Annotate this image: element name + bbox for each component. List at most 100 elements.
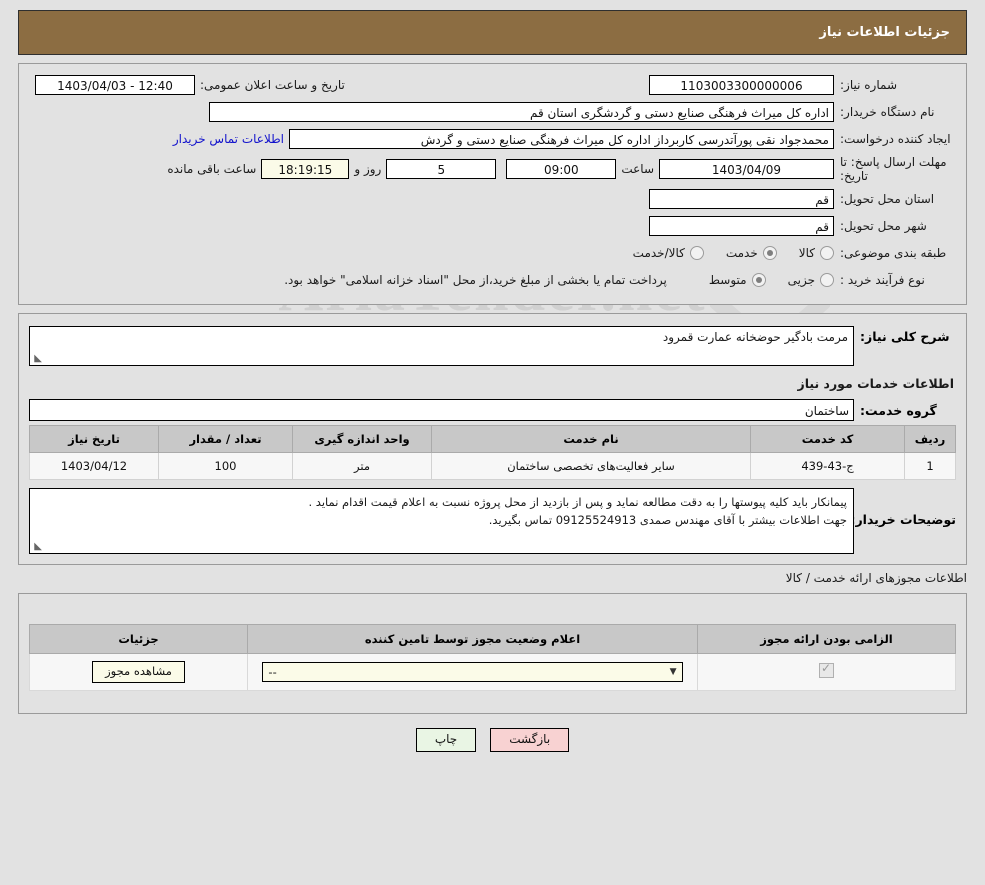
buyer-org-field[interactable]: اداره کل میراث فرهنگی صنایع دستی و گردشگ… bbox=[209, 102, 834, 122]
deadline-date-field[interactable]: 1403/04/09 bbox=[659, 159, 834, 179]
process-option-label: جزیی bbox=[788, 273, 815, 287]
service-group-label: گروه خدمت: bbox=[854, 403, 956, 418]
general-desc-textarea[interactable]: مرمت بادگیر حوضخانه عمارت قمرود ◣ bbox=[29, 326, 854, 366]
city-field[interactable]: قم bbox=[649, 216, 834, 236]
chevron-down-icon: ▼ bbox=[670, 662, 677, 682]
province-label: استان محل تحویل: bbox=[834, 192, 958, 206]
radio-icon[interactable] bbox=[820, 246, 834, 260]
buyer-contact-link[interactable]: اطلاعات تماس خریدار bbox=[168, 132, 289, 146]
remaining-label: ساعت باقی مانده bbox=[162, 162, 261, 176]
days-label: روز و bbox=[349, 162, 386, 176]
row-service-group: گروه خدمت: ساختمان bbox=[29, 399, 956, 421]
row-buyer-org: نام دستگاه خریدار: اداره کل میراث فرهنگی… bbox=[27, 101, 958, 123]
announce-datetime-field[interactable]: 12:40 - 1403/04/03 bbox=[35, 75, 195, 95]
cell-permit-status: ▼ -- bbox=[248, 654, 698, 691]
requester-field[interactable]: محمدجواد نقی پورآتدرسی کاربرداز اداره کل… bbox=[289, 129, 834, 149]
table-row: ▼ -- مشاهده مجوز bbox=[30, 654, 956, 691]
time-label: ساعت bbox=[616, 162, 659, 176]
services-section-title: اطلاعات خدمات مورد نیاز bbox=[29, 376, 956, 391]
checkbox-icon bbox=[819, 663, 834, 678]
cell-permit-details: مشاهده مجوز bbox=[30, 654, 248, 691]
col-unit: واحد اندازه گیری bbox=[293, 426, 432, 453]
col-code: کد خدمت bbox=[751, 426, 905, 453]
col-quantity: تعداد / مقدار bbox=[159, 426, 293, 453]
row-classification: طبقه بندی موضوعی: کالا خدمت کالا/خدمت bbox=[27, 242, 958, 264]
requester-label: ایجاد کننده درخواست: bbox=[834, 132, 958, 146]
city-label: شهر محل تحویل: bbox=[834, 219, 958, 233]
resize-grip-icon[interactable]: ◣ bbox=[32, 354, 42, 364]
days-remaining-field[interactable]: 5 bbox=[386, 159, 496, 179]
row-buyer-notes: توضیحات خریدار: پیمانکار باید کلیه پیوست… bbox=[29, 488, 956, 554]
service-group-field[interactable]: ساختمان bbox=[29, 399, 854, 421]
classification-option-khedmat[interactable]: خدمت bbox=[726, 246, 777, 260]
deadline-time-field[interactable]: 09:00 bbox=[506, 159, 616, 179]
radio-icon[interactable] bbox=[752, 273, 766, 287]
process-label: نوع فرآیند خرید : bbox=[834, 273, 958, 287]
col-date: تاریخ نیاز bbox=[30, 426, 159, 453]
radio-icon[interactable] bbox=[763, 246, 777, 260]
buyer-note-line: جهت اطلاعات بیشتر با آقای مهندس صمدی 091… bbox=[36, 511, 847, 529]
row-process-type: نوع فرآیند خرید : جزیی متوسط پرداخت تمام… bbox=[27, 269, 958, 291]
permits-table: الزامی بودن ارائه مجوز اعلام وضعیت مجوز … bbox=[29, 624, 956, 691]
classification-label: طبقه بندی موضوعی: bbox=[834, 246, 958, 260]
main-panel: شرح کلی نیاز: مرمت بادگیر حوضخانه عمارت … bbox=[18, 313, 967, 565]
buyer-org-label: نام دستگاه خریدار: bbox=[834, 105, 958, 119]
page-title: جزئیات اطلاعات نیاز bbox=[819, 25, 950, 40]
general-desc-label: شرح کلی نیاز: bbox=[854, 326, 956, 344]
radio-icon[interactable] bbox=[690, 246, 704, 260]
classification-option-kala-khedmat[interactable]: کالا/خدمت bbox=[633, 246, 704, 260]
cell-permit-required bbox=[698, 654, 956, 691]
col-name: نام خدمت bbox=[432, 426, 751, 453]
view-permit-button[interactable]: مشاهده مجوز bbox=[92, 661, 185, 683]
payment-note: پرداخت تمام یا بخشی از مبلغ خرید،از محل … bbox=[284, 273, 667, 287]
need-number-field[interactable]: 1103003300000006 bbox=[649, 75, 834, 95]
page-header: جزئیات اطلاعات نیاز bbox=[18, 10, 967, 55]
permits-table-header-row: الزامی بودن ارائه مجوز اعلام وضعیت مجوز … bbox=[30, 625, 956, 654]
resize-grip-icon[interactable]: ◣ bbox=[32, 542, 42, 552]
permit-status-select[interactable]: ▼ -- bbox=[262, 662, 682, 682]
classification-option-kala[interactable]: کالا bbox=[799, 246, 834, 260]
general-desc-value: مرمت بادگیر حوضخانه عمارت قمرود bbox=[663, 330, 848, 344]
buyer-notes-textarea[interactable]: پیمانکار باید کلیه پیوستها را به دقت مطا… bbox=[29, 488, 854, 554]
permit-status-value: -- bbox=[268, 662, 276, 682]
process-option-label: متوسط bbox=[709, 273, 747, 287]
province-field[interactable]: قم bbox=[649, 189, 834, 209]
classification-option-label: کالا bbox=[799, 246, 815, 260]
countdown-field: 18:19:15 bbox=[261, 159, 349, 179]
cell-code: ج-43-439 bbox=[751, 453, 905, 480]
cell-unit: متر bbox=[293, 453, 432, 480]
process-radio-group: جزیی متوسط bbox=[687, 273, 834, 287]
permits-panel: الزامی بودن ارائه مجوز اعلام وضعیت مجوز … bbox=[18, 593, 967, 714]
row-requester: ایجاد کننده درخواست: محمدجواد نقی پورآتد… bbox=[27, 128, 958, 150]
buyer-notes-label: توضیحات خریدار: bbox=[854, 488, 956, 527]
row-need-number: شماره نیاز: 1103003300000006 تاریخ و ساع… bbox=[27, 74, 958, 96]
services-table-header-row: ردیف کد خدمت نام خدمت واحد اندازه گیری ت… bbox=[30, 426, 956, 453]
classification-radio-group: کالا خدمت کالا/خدمت bbox=[611, 246, 834, 260]
cell-quantity: 100 bbox=[159, 453, 293, 480]
page-root: جزئیات اطلاعات نیاز شماره نیاز: 11030033… bbox=[0, 10, 985, 752]
classification-option-label: خدمت bbox=[726, 246, 758, 260]
col-permit-details: جزئیات bbox=[30, 625, 248, 654]
print-button[interactable]: چاپ bbox=[416, 728, 476, 752]
footer-actions: بازگشت چاپ bbox=[0, 728, 985, 752]
col-row: ردیف bbox=[905, 426, 956, 453]
row-city: شهر محل تحویل: قم bbox=[27, 215, 958, 237]
need-number-label: شماره نیاز: bbox=[834, 78, 958, 92]
col-permit-required: الزامی بودن ارائه مجوز bbox=[698, 625, 956, 654]
table-row: 1 ج-43-439 سایر فعالیت‌های تخصصی ساختمان… bbox=[30, 453, 956, 480]
summary-panel: شماره نیاز: 1103003300000006 تاریخ و ساع… bbox=[18, 63, 967, 305]
announce-label: تاریخ و ساعت اعلان عمومی: bbox=[195, 78, 350, 92]
classification-option-label: کالا/خدمت bbox=[633, 246, 685, 260]
buyer-note-line: پیمانکار باید کلیه پیوستها را به دقت مطا… bbox=[36, 493, 847, 511]
cell-date: 1403/04/12 bbox=[30, 453, 159, 480]
col-permit-status: اعلام وضعیت مجوز توسط تامین کننده bbox=[248, 625, 698, 654]
back-button[interactable]: بازگشت bbox=[490, 728, 569, 752]
cell-row: 1 bbox=[905, 453, 956, 480]
cell-name: سایر فعالیت‌های تخصصی ساختمان bbox=[432, 453, 751, 480]
row-general-desc: شرح کلی نیاز: مرمت بادگیر حوضخانه عمارت … bbox=[29, 326, 956, 366]
process-option-jozi[interactable]: جزیی bbox=[788, 273, 834, 287]
process-option-motavaset[interactable]: متوسط bbox=[709, 273, 766, 287]
deadline-label: مهلت ارسال پاسخ: تا تاریخ: bbox=[834, 155, 958, 183]
row-province: استان محل تحویل: قم bbox=[27, 188, 958, 210]
radio-icon[interactable] bbox=[820, 273, 834, 287]
